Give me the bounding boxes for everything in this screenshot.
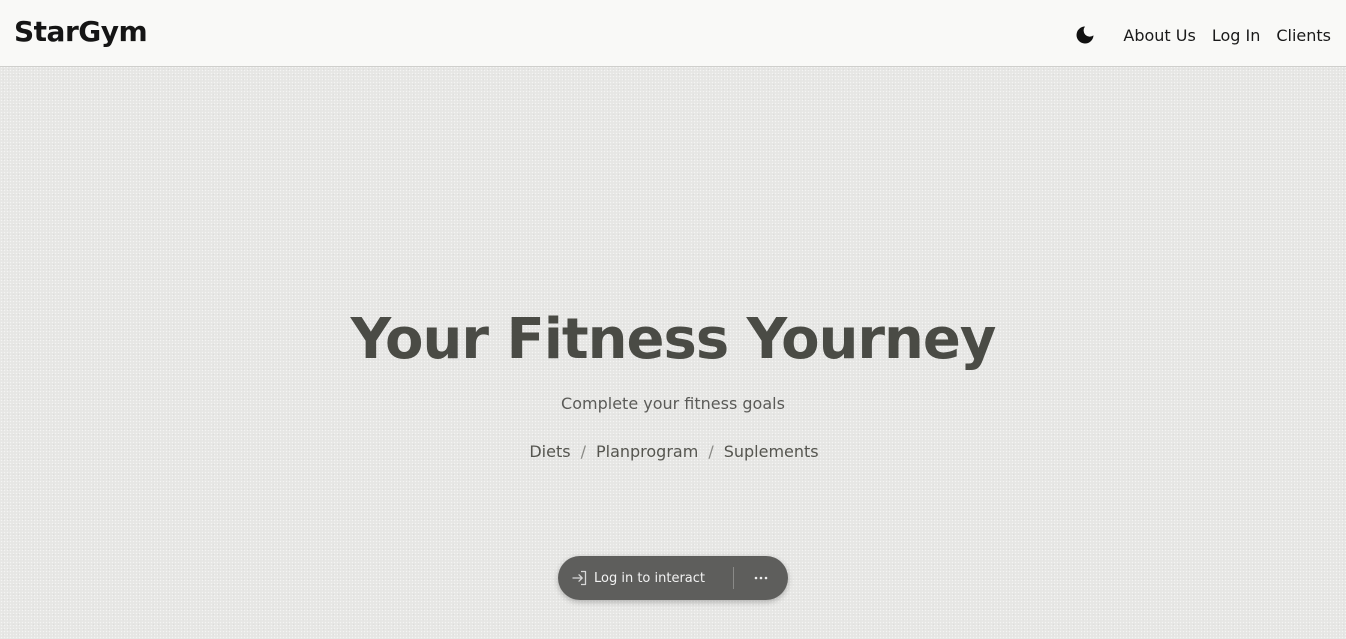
main-nav: About Us Log In Clients bbox=[1075, 22, 1331, 48]
moon-icon[interactable] bbox=[1075, 25, 1095, 45]
link-separator: / bbox=[708, 442, 714, 461]
more-dots-icon bbox=[754, 576, 768, 580]
link-diets[interactable]: Diets bbox=[529, 440, 570, 464]
hero-section: Your Fitness Yourney Complete your fitne… bbox=[0, 300, 1346, 464]
interact-label: Log in to interact bbox=[594, 570, 706, 586]
site-logo[interactable]: StarGym bbox=[14, 14, 148, 50]
site-header: StarGym About Us Log In Clients bbox=[0, 0, 1346, 67]
link-separator: / bbox=[580, 442, 586, 461]
nav-about-us[interactable]: About Us bbox=[1123, 26, 1195, 45]
login-arrow-icon bbox=[571, 569, 589, 587]
log-in-to-interact-button[interactable]: Log in to interact bbox=[558, 556, 733, 600]
nav-log-in[interactable]: Log In bbox=[1212, 26, 1261, 45]
link-suplements[interactable]: Suplements bbox=[724, 440, 819, 464]
hero-subtitle: Complete your fitness goals bbox=[561, 394, 785, 413]
link-planprogram[interactable]: Planprogram bbox=[596, 440, 698, 464]
more-options-button[interactable] bbox=[734, 556, 788, 600]
hero-title: Your Fitness Yourney bbox=[350, 307, 997, 372]
interact-bar: Log in to interact bbox=[558, 556, 788, 600]
nav-clients[interactable]: Clients bbox=[1276, 26, 1331, 45]
hero-links: Diets / Planprogram / Suplements bbox=[0, 440, 1346, 464]
